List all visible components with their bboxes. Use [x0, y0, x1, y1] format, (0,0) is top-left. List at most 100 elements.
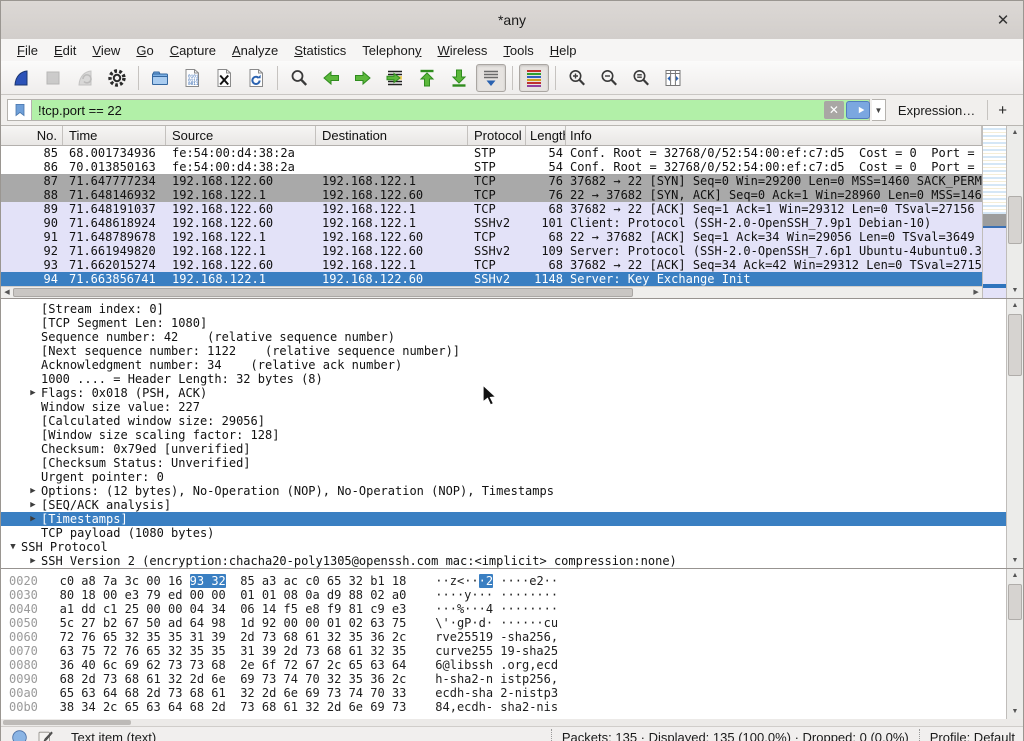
- packet-row-90[interactable]: 9071.648618924192.168.122.60192.168.122.…: [1, 216, 982, 230]
- detail-line[interactable]: ▶Options: (12 bytes), No-Operation (NOP)…: [1, 484, 1006, 498]
- expanded-arrow-icon[interactable]: ▼: [5, 540, 21, 554]
- display-filter-input[interactable]: [31, 99, 870, 121]
- bytes-scroll-thumb[interactable]: [1008, 584, 1022, 620]
- find-packet-button[interactable]: [284, 64, 314, 92]
- menu-view[interactable]: View: [84, 41, 128, 60]
- collapsed-arrow-icon[interactable]: ▶: [25, 484, 41, 498]
- bytes-vscrollbar[interactable]: ▲ ▼: [1006, 569, 1023, 719]
- packet-row-89[interactable]: 8971.648191037192.168.122.60192.168.122.…: [1, 202, 982, 216]
- detail-line[interactable]: [Window size scaling factor: 128]: [1, 428, 1006, 442]
- packet-row-94[interactable]: 9471.663856741192.168.122.1192.168.122.6…: [1, 272, 982, 286]
- expert-info-button[interactable]: [9, 727, 29, 741]
- profile-text[interactable]: Profile: Default: [930, 730, 1015, 741]
- menu-wireless[interactable]: Wireless: [430, 41, 496, 60]
- detail-line[interactable]: TCP payload (1080 bytes): [1, 526, 1006, 540]
- menu-tools[interactable]: Tools: [495, 41, 541, 60]
- detail-line[interactable]: Sequence number: 42 (relative sequence n…: [1, 330, 1006, 344]
- detail-line[interactable]: Window size value: 227: [1, 400, 1006, 414]
- detail-line[interactable]: 1000 .... = Header Length: 32 bytes (8): [1, 372, 1006, 386]
- hex-row[interactable]: 0050 5c 27 b2 67 50 ad 64 98 1d 92 00 00…: [9, 616, 1006, 630]
- collapsed-arrow-icon[interactable]: ▶: [25, 512, 41, 526]
- auto-scroll-button[interactable]: [476, 64, 506, 92]
- vscroll-up-arrow-icon[interactable]: ▲: [1007, 126, 1023, 140]
- hex-row[interactable]: 0020 c0 a8 7a 3c 00 16 93 32 85 a3 ac c0…: [9, 574, 1006, 588]
- column-header-time[interactable]: Time: [63, 126, 166, 145]
- hex-row[interactable]: 0080 36 40 6c 69 62 73 73 68 2e 6f 72 67…: [9, 658, 1006, 672]
- zoom-reset-button[interactable]: [626, 64, 656, 92]
- zoom-in-button[interactable]: [562, 64, 592, 92]
- detail-line[interactable]: ▶[SEQ/ACK analysis]: [1, 498, 1006, 512]
- open-file-button[interactable]: [145, 64, 175, 92]
- add-filter-button[interactable]: +: [988, 102, 1017, 119]
- close-file-button[interactable]: [209, 64, 239, 92]
- go-to-packet-button[interactable]: [380, 64, 410, 92]
- details-scroll-thumb[interactable]: [1008, 314, 1022, 376]
- column-header-protocol[interactable]: Protocol: [468, 126, 526, 145]
- detail-line[interactable]: [Stream index: 0]: [1, 302, 1006, 316]
- filter-history-dropdown[interactable]: ▼: [872, 99, 886, 121]
- zoom-out-button[interactable]: [594, 64, 624, 92]
- filter-apply-button[interactable]: [846, 101, 870, 119]
- packet-list-hscrollbar[interactable]: ◀ ▶: [1, 286, 982, 298]
- hex-row[interactable]: 0070 63 75 72 76 65 32 35 35 31 39 2d 73…: [9, 644, 1006, 658]
- detail-line[interactable]: [Checksum Status: Unverified]: [1, 456, 1006, 470]
- capture-options-button[interactable]: [102, 64, 132, 92]
- go-back-button[interactable]: [316, 64, 346, 92]
- bytes-hscroll-thumb[interactable]: [3, 720, 131, 725]
- menu-analyze[interactable]: Analyze: [224, 41, 286, 60]
- filter-clear-button[interactable]: ✕: [824, 101, 844, 119]
- go-last-button[interactable]: [444, 64, 474, 92]
- column-header-source[interactable]: Source: [166, 126, 316, 145]
- hex-row[interactable]: 00a0 65 63 64 68 2d 73 68 61 32 2d 6e 69…: [9, 686, 1006, 700]
- hex-row[interactable]: 0090 68 2d 73 68 61 32 2d 6e 69 73 74 70…: [9, 672, 1006, 686]
- column-header-length[interactable]: Length: [526, 126, 566, 145]
- packet-row-87[interactable]: 8771.647777234192.168.122.60192.168.122.…: [1, 174, 982, 188]
- column-header-no[interactable]: No.: [1, 126, 63, 145]
- packet-row-85[interactable]: 8568.001734936fe:54:00:d4:38:2aSTP54Conf…: [1, 146, 982, 160]
- hex-row[interactable]: 00b0 38 34 2c 65 63 64 68 2d 73 68 61 32…: [9, 700, 1006, 714]
- start-capture-button[interactable]: [6, 64, 36, 92]
- packet-row-93[interactable]: 9371.662015274192.168.122.60192.168.122.…: [1, 258, 982, 272]
- reload-file-button[interactable]: [241, 64, 271, 92]
- collapsed-arrow-icon[interactable]: ▶: [25, 554, 41, 568]
- detail-line[interactable]: Checksum: 0x79ed [unverified]: [1, 442, 1006, 456]
- detail-line[interactable]: ▼SSH Protocol: [1, 540, 1006, 554]
- menu-edit[interactable]: Edit: [46, 41, 84, 60]
- menu-capture[interactable]: Capture: [162, 41, 224, 60]
- menu-telephony[interactable]: Telephony: [354, 41, 429, 60]
- detail-line[interactable]: ▶[Timestamps]: [1, 512, 1006, 526]
- detail-line[interactable]: Urgent pointer: 0: [1, 470, 1006, 484]
- detail-line[interactable]: ▶SSH Version 2 (encryption:chacha20-poly…: [1, 554, 1006, 568]
- resize-columns-button[interactable]: [658, 64, 688, 92]
- column-header-destination[interactable]: Destination: [316, 126, 468, 145]
- detail-line[interactable]: [Calculated window size: 29056]: [1, 414, 1006, 428]
- detail-line[interactable]: ▶Flags: 0x018 (PSH, ACK): [1, 386, 1006, 400]
- packet-list-vscrollbar[interactable]: ▲ ▼: [1006, 126, 1023, 298]
- hscroll-left-arrow-icon[interactable]: ◀: [1, 287, 13, 298]
- capture-comment-button[interactable]: [35, 727, 55, 741]
- details-down-arrow-icon[interactable]: ▼: [1007, 554, 1023, 568]
- menu-help[interactable]: Help: [542, 41, 585, 60]
- vscroll-thumb[interactable]: [1008, 196, 1022, 244]
- hscroll-right-arrow-icon[interactable]: ▶: [970, 287, 982, 298]
- packet-row-88[interactable]: 8871.648146932192.168.122.1192.168.122.6…: [1, 188, 982, 202]
- menu-file[interactable]: File: [9, 41, 46, 60]
- bytes-down-arrow-icon[interactable]: ▼: [1007, 705, 1023, 719]
- packet-row-92[interactable]: 9271.661949820192.168.122.1192.168.122.6…: [1, 244, 982, 258]
- vscroll-down-arrow-icon[interactable]: ▼: [1007, 284, 1023, 298]
- collapsed-arrow-icon[interactable]: ▶: [25, 498, 41, 512]
- go-first-button[interactable]: [412, 64, 442, 92]
- detail-line[interactable]: [TCP Segment Len: 1080]: [1, 316, 1006, 330]
- details-up-arrow-icon[interactable]: ▲: [1007, 299, 1023, 313]
- detail-line[interactable]: Acknowledgment number: 34 (relative ack …: [1, 358, 1006, 372]
- colorize-button[interactable]: [519, 64, 549, 92]
- hex-row[interactable]: 0040 a1 dd c1 25 00 00 04 34 06 14 f5 e8…: [9, 602, 1006, 616]
- filter-bookmark-button[interactable]: [7, 99, 31, 121]
- intelligent-scrollbar-minimap[interactable]: [982, 126, 1006, 298]
- bytes-up-arrow-icon[interactable]: ▲: [1007, 569, 1023, 583]
- hex-row[interactable]: 0060 72 76 65 32 35 35 31 39 2d 73 68 61…: [9, 630, 1006, 644]
- packet-row-91[interactable]: 9171.648789678192.168.122.1192.168.122.6…: [1, 230, 982, 244]
- expression-button[interactable]: Expression…: [886, 103, 987, 118]
- detail-line[interactable]: [Next sequence number: 1122 (relative se…: [1, 344, 1006, 358]
- collapsed-arrow-icon[interactable]: ▶: [25, 386, 41, 400]
